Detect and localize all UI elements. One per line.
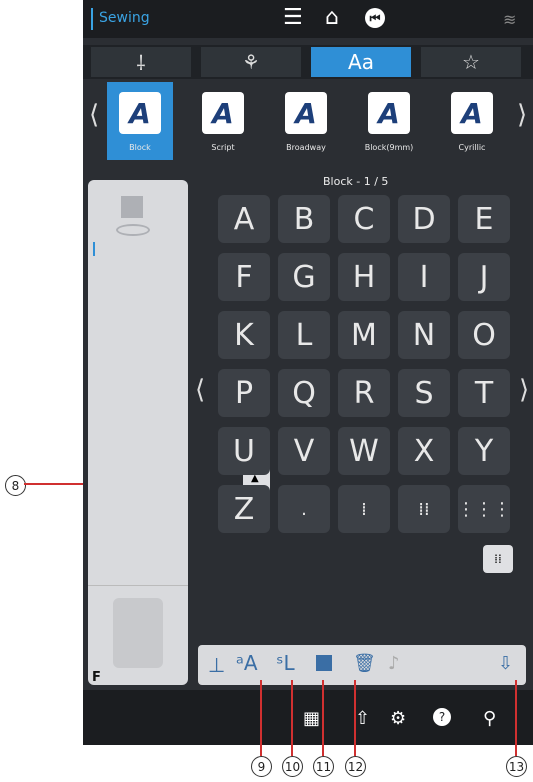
character-key[interactable]: Y — [458, 427, 510, 475]
character-key[interactable]: U — [218, 427, 270, 475]
view-icon[interactable] — [316, 655, 332, 671]
character-key[interactable]: R — [338, 369, 390, 417]
cursor-marker — [93, 242, 95, 256]
character-key[interactable]: P — [218, 369, 270, 417]
font-block-label: Block — [129, 143, 151, 152]
wifi-icon: ≋ — [503, 10, 517, 29]
pattern-list-icon[interactable]: ▦ — [303, 708, 320, 729]
callout-12: 12 — [345, 756, 366, 777]
character-key[interactable]: ⁞⁞ — [398, 485, 450, 533]
disabled-icon: ♪ — [388, 653, 400, 674]
character-key[interactable]: V — [278, 427, 330, 475]
letters-icon: Aa — [348, 50, 374, 74]
callout-11: 11 — [313, 756, 334, 777]
font-block-9mm-label: Block(9mm) — [364, 143, 414, 152]
start-stop-icon[interactable]: ⏮ — [365, 8, 385, 28]
page-next-arrow[interactable]: ⟩ — [519, 375, 529, 405]
top-of-pattern-icon[interactable] — [121, 196, 143, 218]
sewing-screen: Sewing ☰ ⌂ ⏮ ≋ ⸸ ⚘ Aa ☆ ⟨ ⟩ A Block A Sc… — [83, 0, 533, 745]
character-key[interactable]: I — [398, 253, 450, 301]
callout-13: 13 — [506, 756, 527, 777]
callout-12-leader — [354, 680, 356, 756]
font-script-glyph: A — [202, 92, 244, 134]
presser-foot-label: F — [92, 670, 101, 685]
tab-decorative-stitches[interactable]: ⚘ — [201, 47, 301, 77]
character-key[interactable]: . — [278, 485, 330, 533]
bottom-bar: ▦ ⇧ ⚙ ? ⚲ — [83, 690, 533, 745]
callout-8: 8 — [5, 475, 26, 496]
app-title: Sewing — [99, 10, 150, 26]
page-label: Block - 1 / 5 — [323, 175, 389, 188]
character-key[interactable]: ⁞ — [338, 485, 390, 533]
font-block-glyph: A — [119, 92, 161, 134]
font-next-arrow[interactable]: ⟩ — [517, 100, 527, 130]
font-broadway-glyph: A — [285, 92, 327, 134]
callout-11-leader — [322, 680, 324, 756]
home-icon[interactable]: ⌂ — [325, 5, 339, 30]
character-key[interactable]: J — [458, 253, 510, 301]
font-cyrillic-glyph: A — [451, 92, 493, 134]
title-accent — [91, 8, 93, 30]
character-key[interactable]: K — [218, 311, 270, 359]
character-key[interactable]: F — [218, 253, 270, 301]
character-key[interactable]: L — [278, 311, 330, 359]
font-block-9mm[interactable]: A Block(9mm) — [356, 82, 422, 160]
decorative-stitch-icon: ⚘ — [242, 50, 260, 74]
needle-position-icon — [116, 224, 150, 236]
top-bar — [83, 0, 533, 38]
letter-size-icon[interactable]: ˢL — [276, 651, 295, 675]
font-broadway-label: Broadway — [286, 143, 326, 152]
stitch-preview-panel: F — [88, 180, 188, 685]
character-key[interactable]: X — [398, 427, 450, 475]
character-key[interactable]: N — [398, 311, 450, 359]
character-key[interactable]: Q — [278, 369, 330, 417]
menu-icon[interactable]: ☰ — [283, 5, 303, 30]
tool-icon[interactable]: ⚲ — [483, 708, 496, 729]
character-key[interactable]: A — [218, 195, 270, 243]
tab-favorites[interactable]: ☆ — [421, 47, 521, 77]
tab-utility-stitches[interactable]: ⸸ — [91, 47, 191, 77]
tab-letters[interactable]: Aa — [311, 47, 411, 77]
character-key[interactable]: D — [398, 195, 450, 243]
callout-13-leader — [515, 680, 517, 756]
page-prev-arrow[interactable]: ⟨ — [195, 375, 205, 405]
presser-foot-icon — [113, 598, 163, 668]
font-script-label: Script — [211, 143, 235, 152]
callout-9-leader — [260, 680, 262, 756]
character-key[interactable]: ⋮⋮⋮ — [457, 485, 511, 533]
character-key[interactable]: T — [458, 369, 510, 417]
character-key[interactable]: E — [458, 195, 510, 243]
callout-10-leader — [291, 680, 293, 756]
character-key[interactable]: S — [398, 369, 450, 417]
character-key[interactable]: C — [338, 195, 390, 243]
edit-toolbar: ⊥ ᵃA ˢL 🗑 ♪ ⇩ — [198, 645, 526, 685]
favorites-icon: ☆ — [462, 50, 480, 74]
font-cyrillic-label: Cyrillic — [458, 143, 486, 152]
character-key[interactable]: Z — [218, 485, 270, 533]
stitch-utility-icon: ⸸ — [136, 50, 146, 75]
save-icon[interactable]: ⇩ — [498, 653, 513, 674]
character-key[interactable]: M — [338, 311, 390, 359]
adjust-icon[interactable]: ⊥ — [208, 653, 225, 677]
font-script[interactable]: A Script — [190, 82, 256, 160]
help-icon[interactable]: ? — [433, 708, 451, 726]
panel-divider — [88, 585, 188, 586]
character-key[interactable]: W — [338, 427, 390, 475]
font-broadway[interactable]: A Broadway — [273, 82, 339, 160]
character-key[interactable]: H — [338, 253, 390, 301]
font-cyrillic[interactable]: A Cyrillic — [439, 82, 505, 160]
character-key[interactable]: B — [278, 195, 330, 243]
callout-9: 9 — [251, 756, 272, 777]
callout-10: 10 — [282, 756, 303, 777]
font-block-9mm-glyph: A — [368, 92, 410, 134]
letter-case-icon[interactable]: ᵃA — [236, 651, 258, 675]
delete-icon[interactable]: 🗑 — [353, 653, 376, 674]
upload-icon[interactable]: ⇧ — [355, 708, 370, 729]
font-prev-arrow[interactable]: ⟨ — [89, 100, 99, 130]
settings-icon[interactable]: ⚙ — [390, 708, 406, 729]
character-key[interactable]: G — [278, 253, 330, 301]
font-block[interactable]: A Block — [107, 82, 173, 160]
character-key[interactable]: O — [458, 311, 510, 359]
stitch-width-icon[interactable]: ⁞⁞ — [483, 545, 513, 573]
